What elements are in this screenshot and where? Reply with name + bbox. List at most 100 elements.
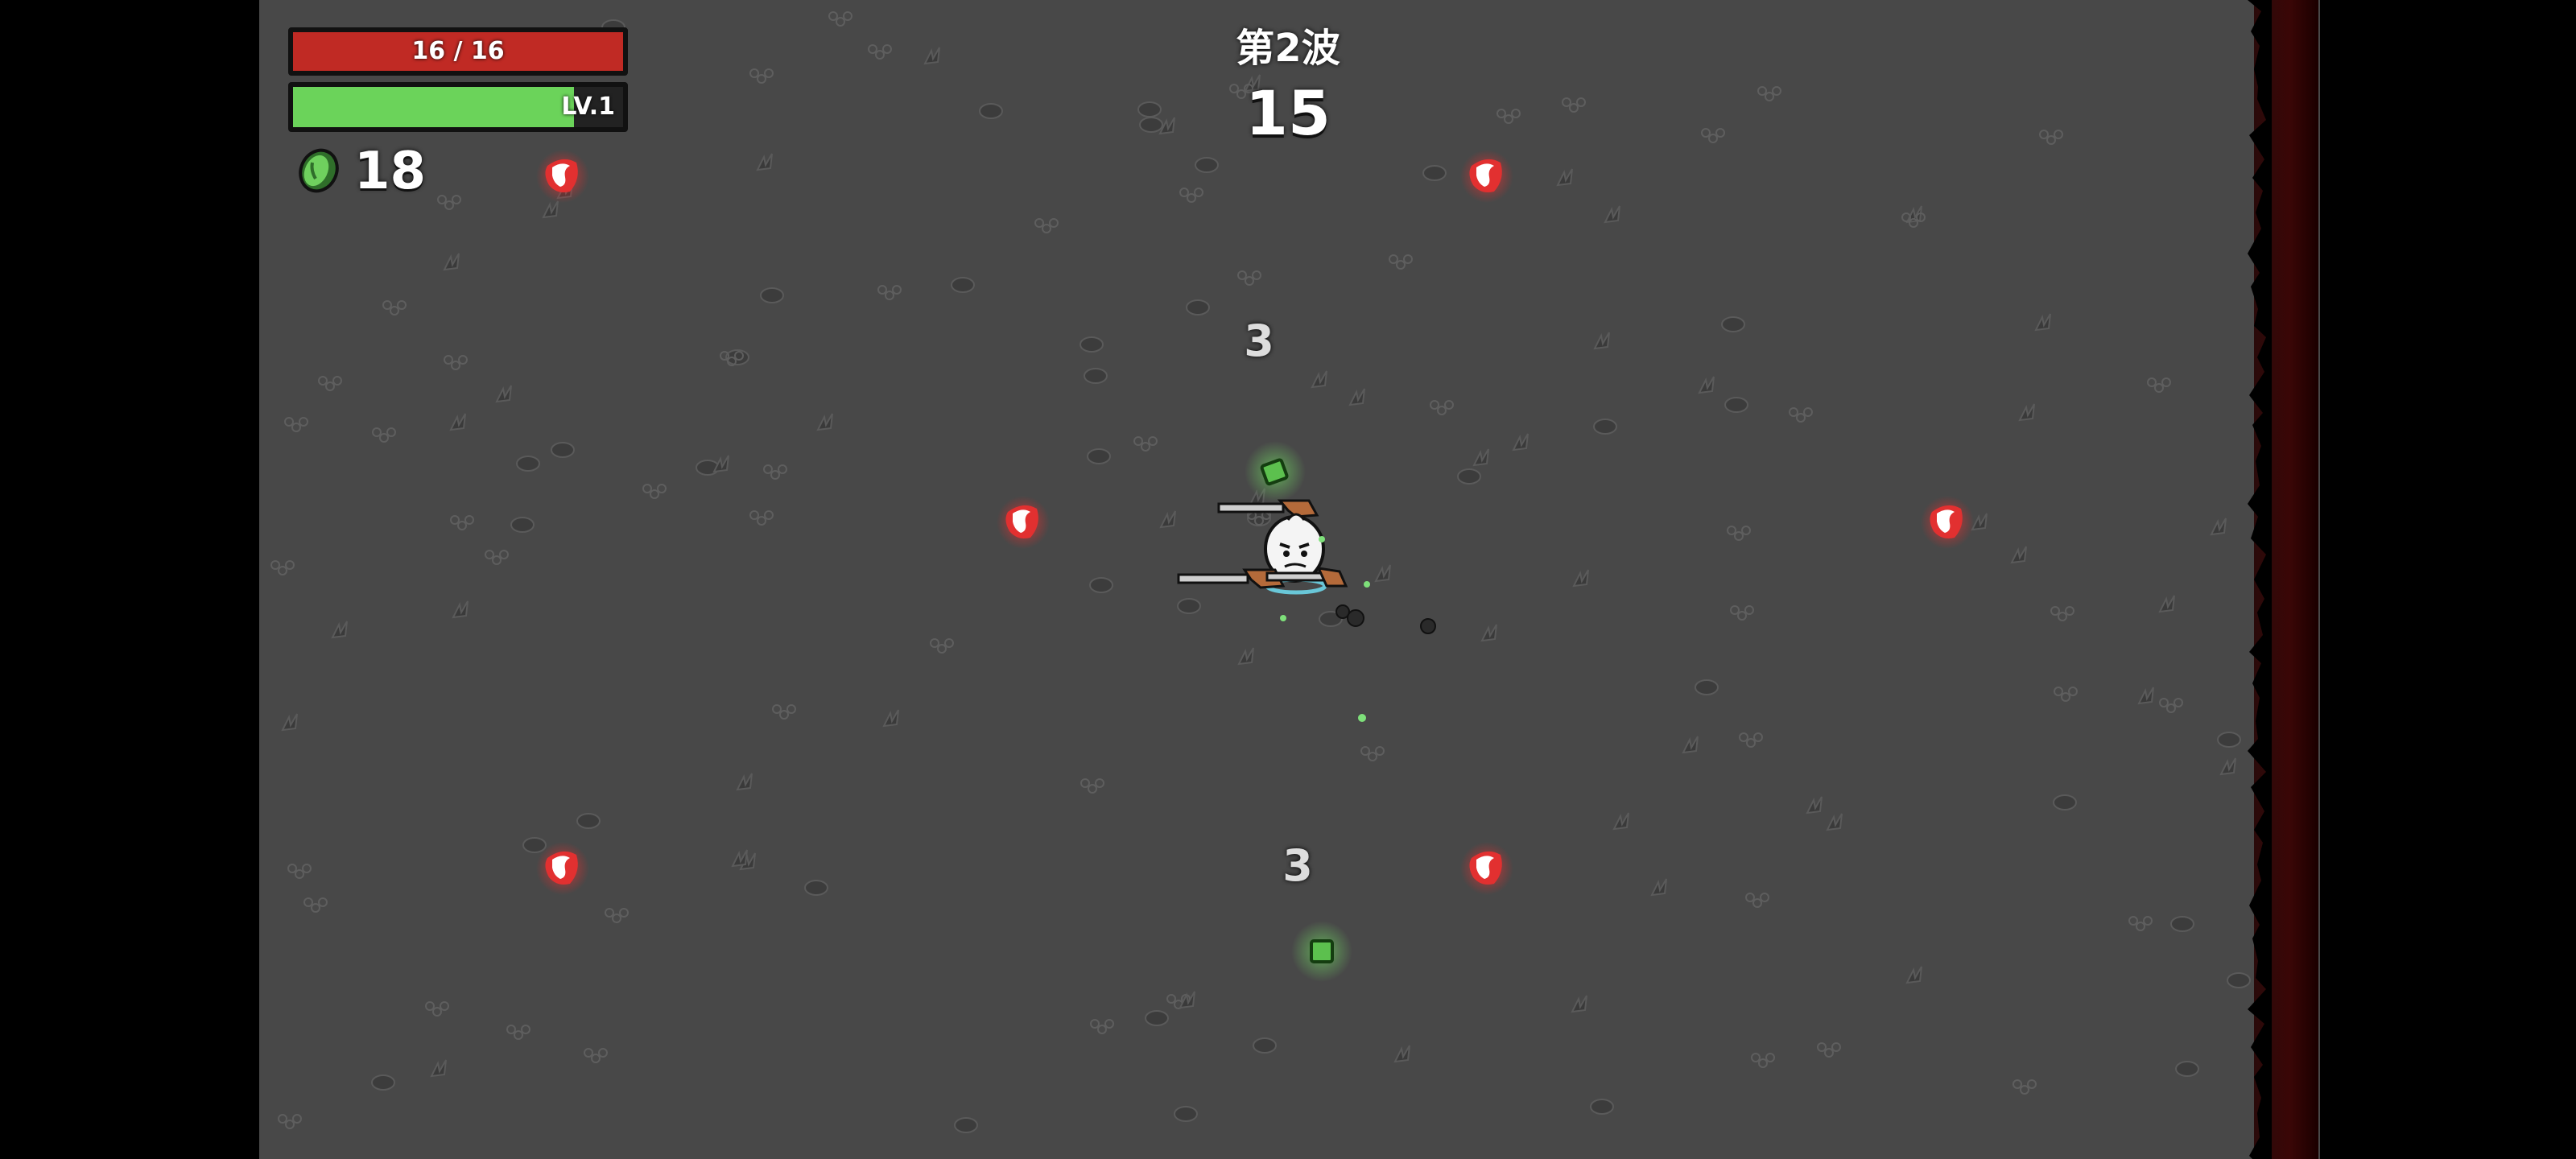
ground-doodle xyxy=(828,11,852,27)
level-text: LV.1 xyxy=(561,93,615,121)
ground-doodle xyxy=(760,287,784,303)
ground-doodle xyxy=(1080,336,1104,353)
ground-doodle xyxy=(1695,679,1719,695)
ground-doodle xyxy=(1612,812,1629,831)
ground-doodle xyxy=(1826,813,1843,831)
ground-doodle xyxy=(1311,370,1327,389)
ground-doodle xyxy=(1562,97,1586,113)
ground-doodle xyxy=(763,464,787,480)
damage-number: 3 xyxy=(1244,316,1274,366)
xp-bar-fill xyxy=(293,87,574,127)
ground-doodle xyxy=(1389,254,1413,270)
ground-doodle xyxy=(1593,419,1617,435)
ground-doodle xyxy=(2054,687,2078,702)
ground-doodle xyxy=(816,413,833,431)
enemy-spawn-marker-icon xyxy=(536,842,589,895)
ground-doodle xyxy=(449,413,466,431)
ground-doodle xyxy=(516,456,540,472)
ground-doodle xyxy=(1757,86,1781,101)
ground-doodle xyxy=(1571,995,1587,1013)
ground-doodle xyxy=(1430,400,1454,415)
ground-doodle xyxy=(877,285,902,300)
material-drop-icon xyxy=(1291,921,1352,982)
ground-doodle xyxy=(1512,433,1529,452)
ground-doodle xyxy=(2147,377,2171,393)
ground-doodle xyxy=(1457,468,1481,485)
enemy-spawn-marker-icon xyxy=(1921,496,1974,549)
ground-doodle xyxy=(1089,577,1113,593)
ground-doodle xyxy=(868,44,892,60)
ground-doodle xyxy=(2158,595,2175,613)
ground-doodle xyxy=(1139,117,1163,133)
ground-doodle xyxy=(1348,388,1365,406)
enemy-spawn-marker-icon xyxy=(1460,150,1513,203)
ground-doodle xyxy=(303,897,328,913)
ground-doodle xyxy=(1393,1045,1410,1063)
ground-doodle xyxy=(551,442,575,458)
ground-doodle xyxy=(1604,205,1620,224)
ground-doodle xyxy=(2053,794,2077,810)
xp-bar: LV.1 xyxy=(288,82,628,132)
ground-doodle xyxy=(425,1001,449,1017)
ground-doodle xyxy=(318,376,342,391)
ground-doodle xyxy=(1087,448,1111,464)
ground-doodle xyxy=(2170,916,2194,932)
ground-doodle xyxy=(1133,436,1158,452)
ground-doodle xyxy=(923,47,940,65)
ground-doodle xyxy=(1806,796,1823,815)
ground-doodle xyxy=(804,880,828,896)
ground-doodle xyxy=(1593,332,1610,350)
ground-doodle xyxy=(1472,448,1489,467)
ground-doodle xyxy=(2219,757,2236,776)
ground-doodle xyxy=(2013,1079,2037,1095)
ground-doodle xyxy=(756,153,773,171)
ground-doodle xyxy=(1751,1053,1775,1068)
green-coin-icon xyxy=(299,148,339,193)
ground-doodle xyxy=(510,517,535,533)
ground-doodle xyxy=(284,417,308,432)
ground-doodle xyxy=(1480,624,1497,642)
ground-doodle xyxy=(1422,165,1447,181)
ground-doodle xyxy=(1721,316,1745,332)
ground-doodle xyxy=(495,385,512,403)
enemy-spawn-marker-icon xyxy=(1460,842,1513,895)
ground-doodle xyxy=(1682,736,1699,754)
ground-doodle xyxy=(1174,1106,1198,1122)
ground-doodle xyxy=(979,103,1003,119)
ground-doodle xyxy=(371,1074,395,1091)
hp-text: 16 / 16 xyxy=(411,37,505,65)
ground-doodle xyxy=(2175,1061,2199,1077)
ground-doodle xyxy=(2039,130,2063,145)
ground-doodle xyxy=(749,510,774,526)
ground-doodle xyxy=(1817,1042,1841,1058)
ground-doodle xyxy=(1556,168,1573,187)
bullet-icon xyxy=(1420,618,1436,634)
ground-doodle xyxy=(749,68,774,84)
ground-doodle xyxy=(2128,916,2153,931)
ground-doodle xyxy=(1745,893,1769,908)
enemy-spawn-marker-icon xyxy=(997,496,1050,549)
ground-doodle xyxy=(605,908,629,923)
wave-timer: 15 xyxy=(1245,77,1331,149)
ground-doodle xyxy=(1727,526,1751,541)
ground-doodle xyxy=(485,550,509,565)
materials-count: 18 xyxy=(354,142,427,201)
hp-bar: 16 / 16 xyxy=(288,27,628,76)
ground-doodle xyxy=(882,709,899,728)
ground-doodle xyxy=(1650,878,1667,897)
ground-doodle xyxy=(278,1114,302,1129)
wave-label: 第2波 xyxy=(1236,26,1340,71)
ground-doodle xyxy=(930,638,954,654)
ground-doodle xyxy=(1237,647,1254,666)
ground-doodle xyxy=(1905,966,1922,984)
ground-doodle xyxy=(584,1048,608,1063)
ground-doodle xyxy=(731,849,748,868)
ground-doodle xyxy=(430,1059,447,1078)
ground-doodle xyxy=(1698,376,1715,394)
ground-doodle xyxy=(2137,687,2154,705)
ground-doodle xyxy=(1360,746,1385,761)
ground-doodle xyxy=(1701,128,1725,143)
ground-doodle xyxy=(1034,218,1059,233)
ground-doodle xyxy=(437,195,461,210)
ground-doodle xyxy=(1374,564,1391,583)
